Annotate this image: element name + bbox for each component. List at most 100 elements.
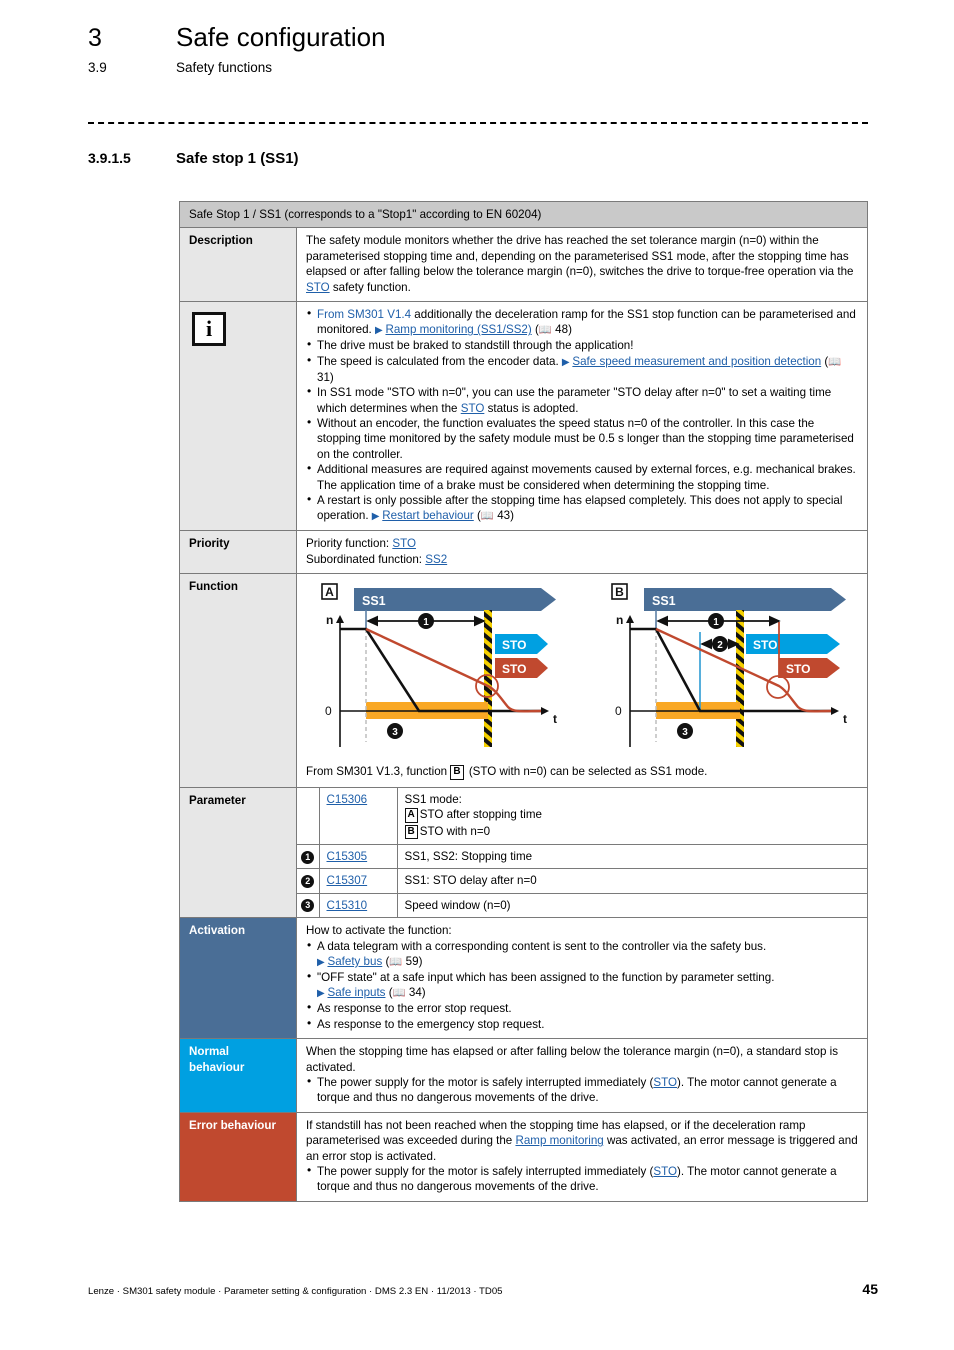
note-text: The speed is calculated from the encoder… [317, 354, 562, 368]
safe-stop-table: Safe Stop 1 / SS1 (corresponds to a "Sto… [179, 201, 868, 1202]
diagram-panel-a: A SS1 STO STO n t 0 1 3 [321, 583, 557, 748]
description-text: The safety module monitors whether the d… [306, 234, 854, 279]
table-row: 3 C15310 Speed window (n=0) [297, 892, 867, 918]
param-code-cell: C15305 [318, 844, 398, 870]
header-chapter-row: 3 Safe configuration [88, 22, 888, 53]
svg-text:n: n [616, 613, 623, 627]
notes-content: From SM301 V1.4 additionally the deceler… [297, 302, 867, 530]
note-highlight: From SM301 V1.4 [317, 308, 412, 322]
list-item: Additional measures are required against… [306, 461, 859, 493]
xref-arrow-icon: ▶ [317, 988, 328, 1000]
ss2-link[interactable]: SS2 [425, 553, 447, 566]
parameter-code-link[interactable]: C15307 [327, 874, 368, 887]
page-footer: Lenze · SM301 safety module · Parameter … [88, 1281, 878, 1297]
section-title: Safety functions [176, 60, 273, 75]
svg-text:STO: STO [502, 638, 526, 652]
svg-text:3: 3 [392, 727, 398, 738]
list-item: A restart is only possible after the sto… [306, 492, 859, 524]
svg-text:n: n [326, 613, 333, 627]
table-title-row: Safe Stop 1 / SS1 (corresponds to a "Sto… [180, 202, 867, 228]
a-text: STO after stopping time [419, 808, 542, 822]
table-row-error: Error behaviour If standstill has not be… [180, 1111, 867, 1201]
list-item: A data telegram with a corresponding con… [306, 938, 859, 970]
subsection-number: 3.9.1.5 [88, 150, 131, 166]
xref-arrow-icon: ▶ [375, 325, 386, 337]
sto-link[interactable]: STO [306, 281, 330, 294]
priority-label-2: Subordinated function: [306, 552, 426, 566]
xref-arrow-icon: ▶ [561, 356, 573, 368]
normal-label-line1: Normal [189, 1045, 229, 1059]
parameter-code-link[interactable]: C15306 [327, 793, 368, 806]
subsection-heading: 3.9.1.5 Safe stop 1 (SS1) [88, 150, 299, 167]
priority-line-2: Subordinated function: SS2 [306, 552, 859, 567]
xref-page-number: 43 [497, 509, 511, 523]
table-row-activation: Activation How to activate the function:… [180, 917, 867, 1039]
param-marker [297, 787, 320, 846]
xref-page-number: 34 [408, 986, 422, 1000]
xref-arrow-icon: ▶ [317, 957, 328, 969]
row-label-function: Function [180, 574, 297, 787]
param-code-cell: C15306 [318, 787, 398, 846]
activation-text: "OFF state" at a safe input which has be… [317, 971, 775, 985]
priority-label-1: Priority function: [306, 537, 393, 551]
xref-link[interactable]: Ramp monitoring (SS1/SS2) [385, 323, 531, 336]
priority-line-1: Priority function: STO [306, 536, 859, 551]
xref-page: (📖 48) [531, 323, 572, 337]
param-desc-cell: Speed window (n=0) [396, 892, 867, 918]
error-list: The power supply for the motor is safely… [306, 1163, 859, 1195]
param-desc-a: A STO after stopping time [404, 807, 861, 824]
svg-text:SS1: SS1 [652, 594, 676, 608]
marker-2-icon: 2 [301, 874, 315, 888]
list-item: The power supply for the motor is safely… [306, 1163, 859, 1195]
xref-link[interactable]: Safe inputs [327, 986, 385, 999]
marker-3-icon: 3 [301, 899, 315, 913]
caption-post: (STO with n=0) can be selected as SS1 mo… [465, 765, 708, 779]
xref-page: (📖 34) [385, 986, 426, 1000]
row-label-normal-behaviour: Normal behaviour [180, 1039, 297, 1112]
xref-link[interactable]: Safety bus [327, 955, 382, 968]
sto-link[interactable]: STO [653, 1076, 677, 1089]
book-icon: 📖 [389, 956, 403, 969]
note-text: The drive must be braked to standstill t… [317, 339, 634, 353]
param-marker: 3 [297, 892, 320, 918]
description-content: The safety module monitors whether the d… [297, 228, 867, 301]
marker-1-icon: 1 [301, 850, 315, 864]
row-label-notes: i [180, 302, 297, 531]
svg-text:STO: STO [502, 662, 526, 676]
activation-text: A data telegram with a corresponding con… [317, 939, 767, 953]
book-icon: 📖 [538, 324, 552, 337]
param-desc-cell: SS1 mode: A STO after stopping time B STO … [396, 787, 867, 846]
ss1-timing-diagram-svg: A SS1 STO STO n t 0 1 3 B SS1 STO STO n … [321, 583, 847, 748]
a-box: A [404, 808, 418, 823]
book-icon: 📖 [480, 510, 494, 523]
error-bullet-pre: The power supply for the motor is safely… [317, 1165, 654, 1179]
function-diagram: A SS1 STO STO n t 0 1 3 B SS1 STO STO n … [306, 582, 862, 757]
page-number: 45 [862, 1281, 878, 1297]
xref-link[interactable]: Restart behaviour [382, 509, 474, 522]
ramp-monitoring-link[interactable]: Ramp monitoring [515, 1134, 603, 1147]
b-text: STO with n=0 [419, 824, 491, 838]
svg-text:2: 2 [717, 640, 723, 651]
list-item: In SS1 mode "STO with n=0", you can use … [306, 384, 859, 416]
xref-link[interactable]: Safe speed measurement and position dete… [572, 355, 821, 368]
row-label-error-behaviour: Error behaviour [180, 1112, 297, 1201]
param-code-cell: C15310 [318, 892, 398, 918]
sto-link[interactable]: STO [392, 537, 416, 550]
param-desc-cell: SS1, SS2: Stopping time [396, 844, 867, 870]
svg-text:B: B [615, 585, 624, 599]
normal-list: The power supply for the motor is safely… [306, 1074, 859, 1106]
sto-link[interactable]: STO [461, 402, 485, 415]
param-desc-title: SS1 mode: [404, 792, 462, 806]
function-content: A SS1 STO STO n t 0 1 3 B SS1 STO STO n … [297, 574, 868, 787]
b-box: B [404, 824, 418, 840]
list-item: As response to the emergency stop reques… [306, 1016, 859, 1032]
svg-text:0: 0 [325, 704, 332, 718]
parameter-code-link[interactable]: C15305 [327, 850, 368, 863]
notes-list: From SM301 V1.4 additionally the deceler… [306, 306, 859, 524]
table-row-normal: Normal behaviour When the stopping time … [180, 1038, 867, 1112]
book-icon: 📖 [828, 355, 842, 368]
sto-link[interactable]: STO [653, 1165, 677, 1178]
list-item: "OFF state" at a safe input which has be… [306, 969, 859, 1001]
list-item: From SM301 V1.4 additionally the deceler… [306, 306, 859, 338]
parameter-code-link[interactable]: C15310 [327, 899, 368, 912]
